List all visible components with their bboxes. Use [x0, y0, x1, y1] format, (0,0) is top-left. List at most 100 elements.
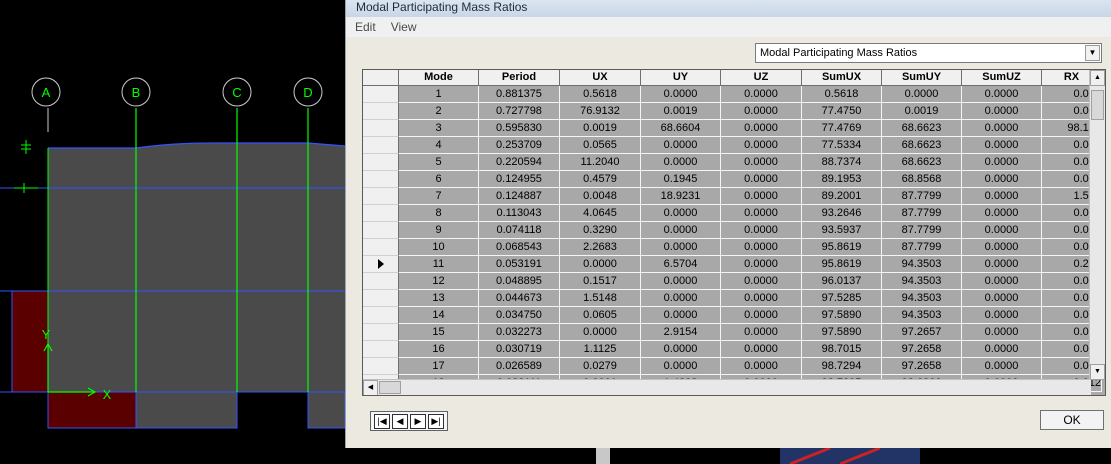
cell-uz[interactable]: 0.0000 [721, 86, 802, 103]
row-selector[interactable] [363, 120, 399, 137]
cell-period[interactable]: 0.048895 [479, 273, 560, 290]
cell-mode[interactable]: 2 [399, 103, 479, 120]
cell-uy[interactable]: 0.0019 [641, 103, 721, 120]
cell-sumuy[interactable]: 97.2658 [882, 358, 962, 375]
cell-uz[interactable]: 0.0000 [721, 154, 802, 171]
cell-sumuy[interactable]: 94.3503 [882, 273, 962, 290]
row-selector[interactable] [363, 154, 399, 171]
cell-uz[interactable]: 0.0000 [721, 188, 802, 205]
cell-sumuz[interactable]: 0.0000 [962, 120, 1042, 137]
cell-mode[interactable]: 9 [399, 222, 479, 239]
cell-uy[interactable]: 0.0000 [641, 222, 721, 239]
cell-sumuy[interactable]: 94.3503 [882, 290, 962, 307]
cell-uz[interactable]: 0.0000 [721, 256, 802, 273]
cell-mode[interactable]: 16 [399, 341, 479, 358]
column-header-sumuz[interactable]: SumUZ [962, 70, 1042, 86]
cell-uy[interactable]: 68.6604 [641, 120, 721, 137]
menu-edit[interactable]: Edit [346, 17, 382, 34]
cell-period[interactable]: 0.032273 [479, 324, 560, 341]
cell-uy[interactable]: 0.0000 [641, 341, 721, 358]
cell-sumuz[interactable]: 0.0000 [962, 324, 1042, 341]
cell-uz[interactable]: 0.0000 [721, 103, 802, 120]
cell-sumux[interactable]: 77.5334 [802, 137, 882, 154]
scroll-left-icon[interactable]: ◀ [363, 380, 378, 395]
cell-ux[interactable]: 4.0645 [560, 205, 641, 222]
cell-sumuz[interactable]: 0.0000 [962, 358, 1042, 375]
cell-period[interactable]: 0.113043 [479, 205, 560, 222]
cell-sumuz[interactable]: 0.0000 [962, 86, 1042, 103]
cell-mode[interactable]: 13 [399, 290, 479, 307]
cell-period[interactable]: 0.030719 [479, 341, 560, 358]
cell-sumux[interactable]: 97.5285 [802, 290, 882, 307]
cell-uy[interactable]: 0.0000 [641, 205, 721, 222]
cell-sumuz[interactable]: 0.0000 [962, 222, 1042, 239]
row-selector[interactable] [363, 307, 399, 324]
cell-sumuz[interactable]: 0.0000 [962, 341, 1042, 358]
cell-ux[interactable]: 0.0279 [560, 358, 641, 375]
row-selector[interactable] [363, 137, 399, 154]
row-selector[interactable] [363, 222, 399, 239]
cell-sumux[interactable]: 98.7294 [802, 358, 882, 375]
cell-sumuy[interactable]: 68.6623 [882, 137, 962, 154]
first-record-icon[interactable]: |◀ [374, 414, 390, 429]
cell-period[interactable]: 0.034750 [479, 307, 560, 324]
cell-ux[interactable]: 0.0000 [560, 256, 641, 273]
cell-uy[interactable]: 0.0000 [641, 137, 721, 154]
cell-sumuz[interactable]: 0.0000 [962, 239, 1042, 256]
cell-ux[interactable]: 0.1517 [560, 273, 641, 290]
cell-period[interactable]: 0.595830 [479, 120, 560, 137]
cell-mode[interactable]: 5 [399, 154, 479, 171]
cell-period[interactable]: 0.053191 [479, 256, 560, 273]
next-record-icon[interactable]: ▶ [410, 414, 426, 429]
row-selector[interactable] [363, 324, 399, 341]
cell-sumux[interactable]: 97.5890 [802, 324, 882, 341]
cell-ux[interactable]: 0.4579 [560, 171, 641, 188]
cell-ux[interactable]: 0.0019 [560, 120, 641, 137]
cell-period[interactable]: 0.727798 [479, 103, 560, 120]
cell-period[interactable]: 0.074118 [479, 222, 560, 239]
cell-sumuy[interactable]: 97.2657 [882, 324, 962, 341]
cell-period[interactable]: 0.220594 [479, 154, 560, 171]
row-selector[interactable] [363, 205, 399, 222]
row-selector[interactable] [363, 290, 399, 307]
cell-uy[interactable]: 0.0000 [641, 290, 721, 307]
row-selector[interactable] [363, 171, 399, 188]
cell-ux[interactable]: 0.3290 [560, 222, 641, 239]
cell-ux[interactable]: 2.2683 [560, 239, 641, 256]
cell-sumuy[interactable]: 68.6623 [882, 154, 962, 171]
cell-ux[interactable]: 0.0048 [560, 188, 641, 205]
column-header-mode[interactable]: Mode [399, 70, 479, 86]
cell-sumuy[interactable]: 68.8568 [882, 171, 962, 188]
cell-sumuy[interactable]: 97.2658 [882, 341, 962, 358]
cell-uy[interactable]: 0.0000 [641, 154, 721, 171]
cell-uz[interactable]: 0.0000 [721, 341, 802, 358]
cell-sumuy[interactable]: 94.3503 [882, 307, 962, 324]
cell-mode[interactable]: 11 [399, 256, 479, 273]
cell-sumuy[interactable]: 87.7799 [882, 239, 962, 256]
cell-sumuz[interactable]: 0.0000 [962, 188, 1042, 205]
cell-sumuy[interactable]: 87.7799 [882, 188, 962, 205]
cell-period[interactable]: 0.026589 [479, 358, 560, 375]
cell-sumux[interactable]: 95.8619 [802, 256, 882, 273]
cell-mode[interactable]: 10 [399, 239, 479, 256]
ok-button[interactable]: OK [1040, 410, 1104, 430]
cell-sumux[interactable]: 98.7015 [802, 341, 882, 358]
cell-uz[interactable]: 0.0000 [721, 205, 802, 222]
cell-ux[interactable]: 0.5618 [560, 86, 641, 103]
cell-uy[interactable]: 0.1945 [641, 171, 721, 188]
row-selector[interactable] [363, 103, 399, 120]
cell-ux[interactable]: 76.9132 [560, 103, 641, 120]
cell-ux[interactable]: 11.2040 [560, 154, 641, 171]
cell-mode[interactable]: 12 [399, 273, 479, 290]
cell-sumuz[interactable]: 0.0000 [962, 307, 1042, 324]
cell-uz[interactable]: 0.0000 [721, 120, 802, 137]
cell-sumux[interactable]: 88.7374 [802, 154, 882, 171]
cell-ux[interactable]: 0.0565 [560, 137, 641, 154]
cell-sumuz[interactable]: 0.0000 [962, 273, 1042, 290]
horizontal-scrollbar[interactable]: ◀ [363, 379, 1091, 395]
data-grid[interactable]: Mode Period UX UY UZ SumUX SumUY SumUZ RX 1 0.881… [362, 69, 1106, 396]
cell-sumuz[interactable]: 0.0000 [962, 137, 1042, 154]
cell-ux[interactable]: 0.0605 [560, 307, 641, 324]
cell-uz[interactable]: 0.0000 [721, 137, 802, 154]
table-selector-dropdown[interactable]: Modal Participating Mass Ratios ▼ [755, 43, 1102, 63]
